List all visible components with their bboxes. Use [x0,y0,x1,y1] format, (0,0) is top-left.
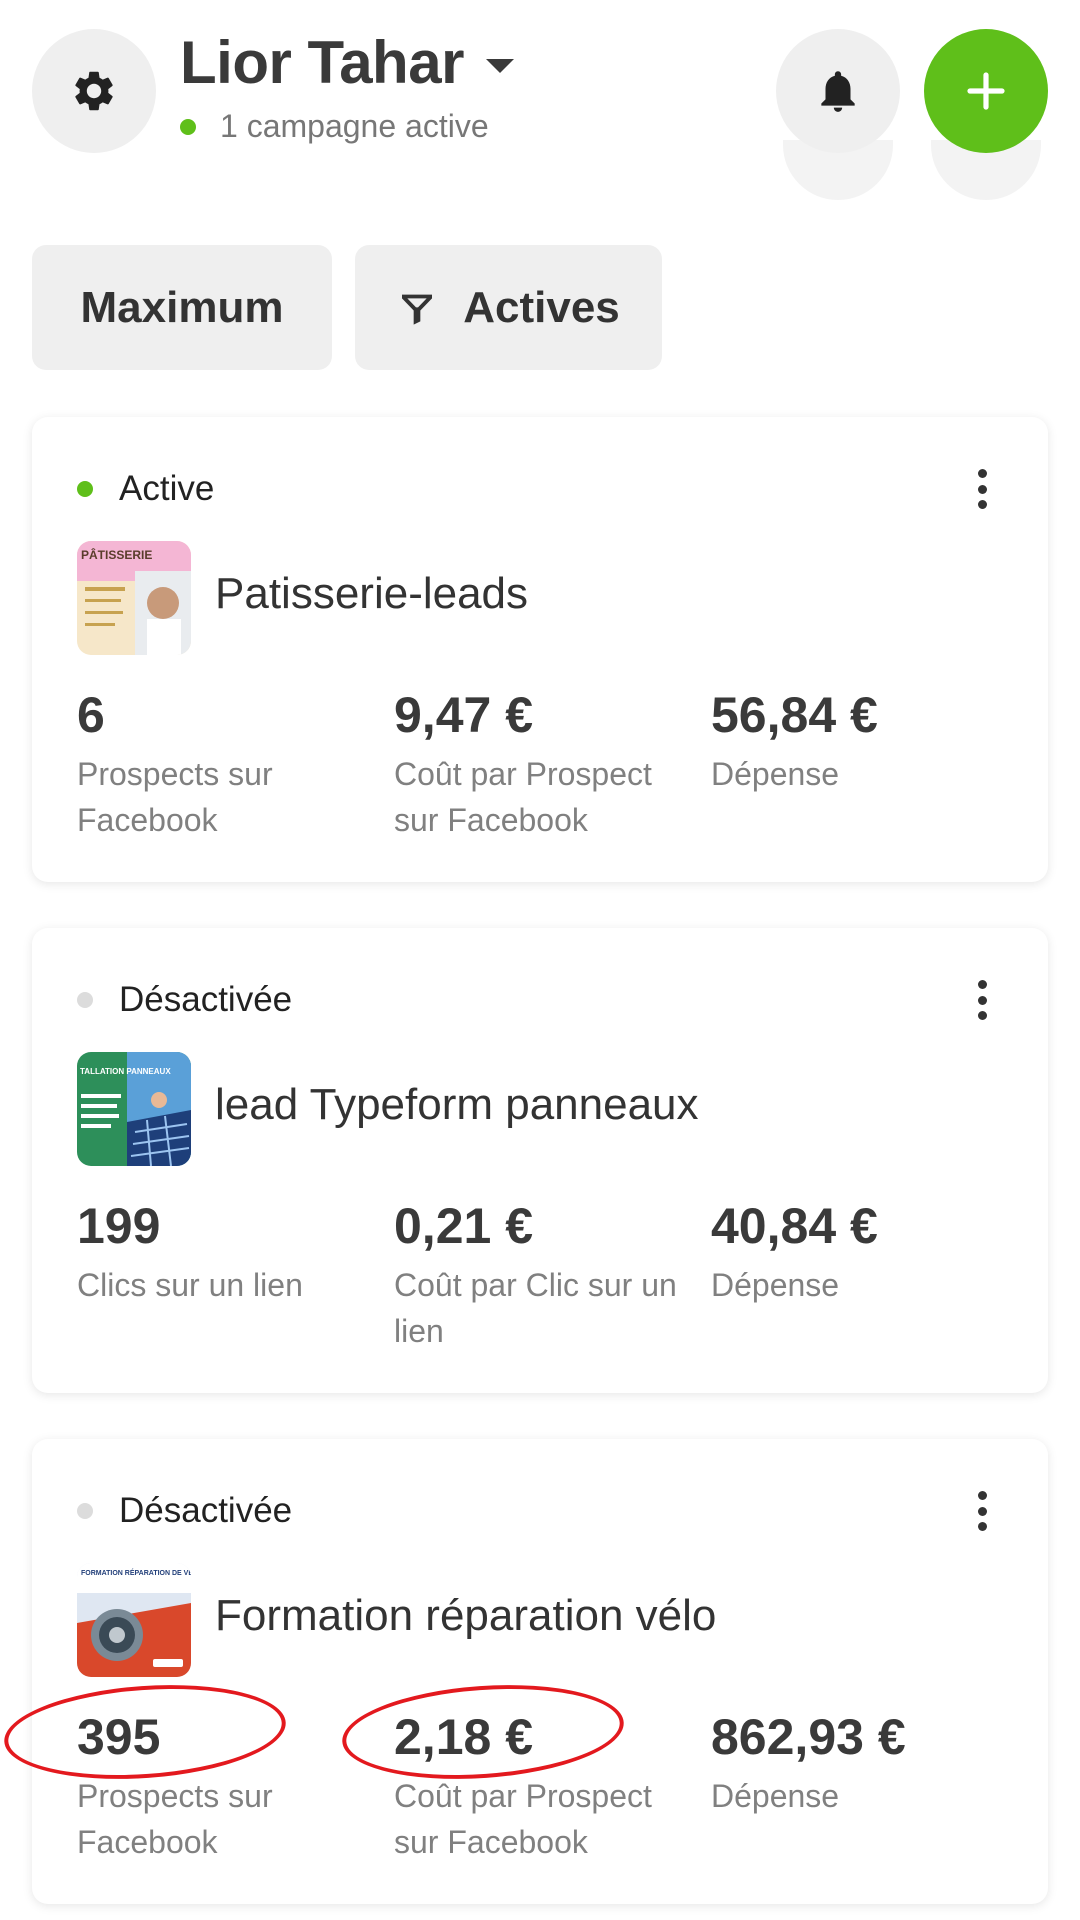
account-switcher[interactable]: Lior Tahar [180,28,514,97]
settings-button[interactable] [32,29,156,153]
campaign-status: Active [77,469,214,509]
add-campaign-button[interactable] [924,29,1048,153]
svg-text:FORMATION RÉPARATION DE VÉLO: FORMATION RÉPARATION DE VÉLO [81,1568,191,1577]
metric-leads: 6 Prospects sur Facebook [77,685,377,843]
status-dot [77,481,93,497]
metric-label: Clics sur un lien [77,1267,303,1303]
vertical-dots-icon [977,469,987,478]
metric-value: 0,21 € [394,1198,534,1254]
metric-label: Dépense [711,1267,840,1303]
campaign-thumbnail: FORMATION RÉPARATION DE VÉLO [77,1563,191,1677]
metric-cost-per-click: 0,21 € Coût par Clic sur un lien [394,1196,694,1354]
active-count-label: 1 campagne active [220,108,489,144]
campaigns-screen: Lior Tahar 1 campagne active Maximum Act… [0,0,1080,1920]
funnel-icon [402,294,433,325]
metric-value: 862,93 € [711,1709,906,1765]
svg-text:TALLATION PANNEAUX: TALLATION PANNEAUX [80,1067,171,1076]
campaign-name: Patisserie-leads [215,569,529,618]
account-name: Lior Tahar [180,29,464,96]
status-label: Désactivée [119,1491,293,1530]
status-filter-button[interactable]: Actives [355,245,662,370]
date-range-label: Maximum [80,282,284,332]
notifications-button[interactable] [776,29,900,153]
svg-text:PÂTISSERIE: PÂTISSERIE [81,547,152,562]
caret-down-icon [485,58,514,73]
patisserie-ad-image: PÂTISSERIE [77,541,191,655]
metric-label: Prospects sur Facebook [77,756,273,838]
metric-label: Dépense [711,756,840,792]
metric-label: Coût par Clic sur un lien [394,1267,677,1349]
metric-value: 9,47 € [394,687,534,743]
active-status-dot [180,118,196,135]
metric-label: Prospects sur Facebook [77,1778,273,1860]
metric-value: 56,84 € [711,687,878,743]
more-options-button[interactable] [970,1491,994,1531]
status-label: Désactivée [119,980,293,1019]
metric-value: 6 [77,687,105,743]
gear-icon [75,71,113,111]
metric-value: 40,84 € [711,1198,878,1254]
metric-link-clicks: 199 Clics sur un lien [77,1196,377,1308]
campaign-status: Désactivée [77,1491,292,1531]
metric-spend: 40,84 € Dépense [711,1196,1031,1308]
campaign-name: lead Typeform panneaux [215,1080,699,1129]
campaign-card[interactable]: Active PÂTISSERIE Patisserie-leads 6 Pro… [32,417,1048,882]
header: Lior Tahar 1 campagne active [0,0,1080,200]
plus-icon [967,72,1005,110]
more-options-button[interactable] [970,980,994,1020]
metric-label: Coût par Prospect sur Facebook [394,756,652,838]
date-range-filter-button[interactable]: Maximum [32,245,332,370]
campaign-card[interactable]: Désactivée FORMATION RÉPARATION DE VÉLO … [32,1439,1048,1904]
status-dot [77,992,93,1008]
campaign-card[interactable]: Désactivée TALLATION PANNEAUX lead Typef… [32,928,1048,1393]
metric-label: Dépense [711,1778,840,1814]
campaign-status: Désactivée [77,980,292,1020]
metric-spend: 862,93 € Dépense [711,1707,1031,1819]
campaign-thumbnail: PÂTISSERIE [77,541,191,655]
metric-cost-per-lead: 9,47 € Coût par Prospect sur Facebook [394,685,694,843]
solar-panel-ad-image: TALLATION PANNEAUX [77,1052,191,1166]
metric-spend: 56,84 € Dépense [711,685,1031,797]
active-campaigns-summary: 1 campagne active [180,108,489,145]
status-filter-label: Actives [463,282,620,332]
campaign-name: Formation réparation vélo [215,1591,717,1640]
more-options-button[interactable] [970,469,994,509]
bell-icon [821,71,855,112]
status-label: Active [119,469,215,508]
bike-repair-ad-image: FORMATION RÉPARATION DE VÉLO [77,1563,191,1677]
vertical-dots-icon [977,1491,987,1500]
metric-label: Coût par Prospect sur Facebook [394,1778,652,1860]
metric-value: 199 [77,1198,161,1254]
vertical-dots-icon [977,980,987,989]
status-dot [77,1503,93,1519]
campaign-thumbnail: TALLATION PANNEAUX [77,1052,191,1166]
